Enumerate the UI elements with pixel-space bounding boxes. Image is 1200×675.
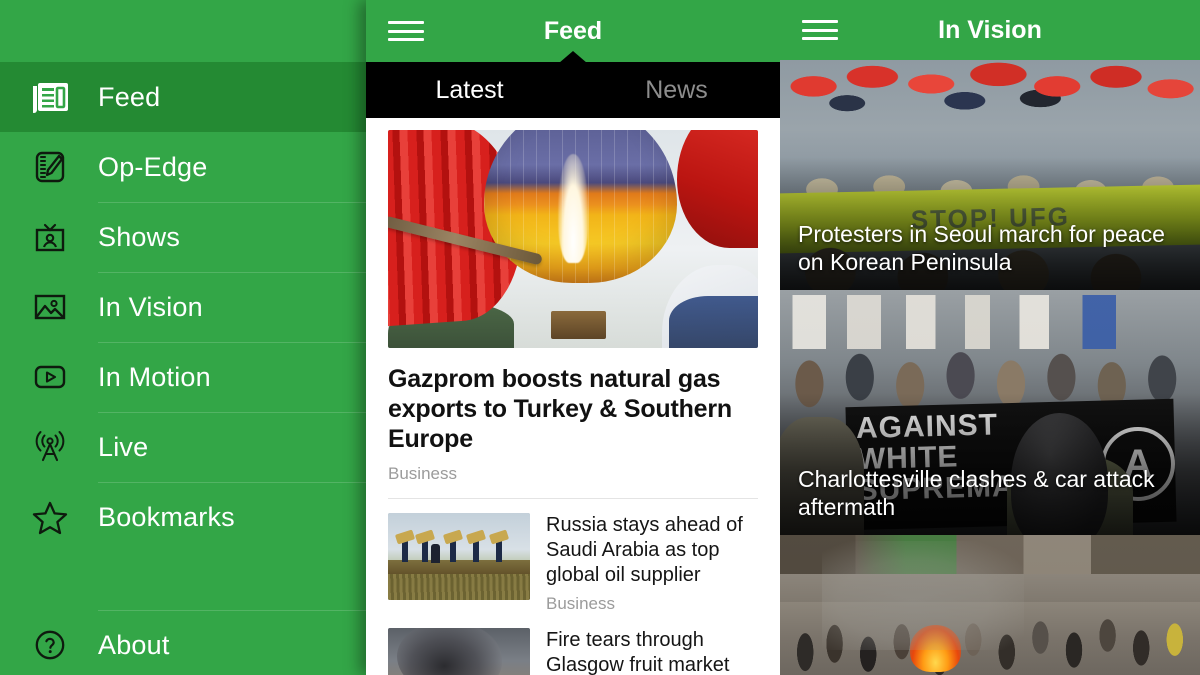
divider — [98, 62, 366, 63]
broadcast-tower-icon — [28, 425, 72, 469]
feed-tabbar: Latest News — [366, 51, 780, 118]
sidebar-item-label: Shows — [98, 221, 181, 252]
sidebar-top-spacer — [0, 0, 366, 62]
divider — [98, 482, 366, 483]
sidebar-item-bookmarks[interactable]: Bookmarks — [0, 482, 366, 552]
star-icon — [28, 495, 72, 539]
divider — [98, 412, 366, 413]
list-item-category: Business — [546, 594, 615, 613]
in-vision-header: In Vision — [780, 0, 1200, 60]
sidebar-item-live[interactable]: Live — [0, 412, 366, 482]
vision-card-title: Protesters in Seoul march for peace on K… — [798, 221, 1165, 275]
feed-title: Feed — [543, 16, 603, 45]
tab-latest[interactable]: Latest — [366, 77, 573, 103]
list-item[interactable]: Russia stays ahead of Saudi Arabia as to… — [366, 499, 780, 614]
play-box-icon — [28, 355, 72, 399]
question-circle-icon — [28, 623, 72, 667]
list-item[interactable]: Fire tears through Glasgow fruit market … — [366, 614, 780, 675]
sidebar-item-label: In Motion — [98, 361, 211, 392]
vision-card-title: Charlottesville clashes & car attack aft… — [798, 466, 1155, 520]
list-item-text: Russia stays ahead of Saudi Arabia as to… — [530, 513, 758, 614]
divider — [98, 342, 366, 343]
divider — [98, 272, 366, 273]
list-item-title: Russia stays ahead of Saudi Arabia as to… — [546, 514, 743, 586]
featured-article[interactable] — [366, 118, 780, 348]
sidebar-item-label: Feed — [98, 81, 161, 112]
sidebar-item-shows[interactable]: Shows — [0, 202, 366, 272]
app-root: Feed Op-Edge Shows In Vision In Motion L… — [0, 0, 1200, 675]
sidebar-item-label: Live — [98, 431, 149, 462]
sidebar-item-about[interactable]: About — [0, 610, 366, 675]
oil-pumpjacks-photo — [388, 513, 530, 600]
photo-icon — [28, 285, 72, 329]
featured-article-title: Gazprom boosts natural gas exports to Tu… — [388, 365, 732, 453]
tabbar-notch — [559, 51, 587, 63]
in-vision-title: In Vision — [938, 15, 1042, 44]
street-protest-fire-photo — [780, 535, 1200, 675]
sidebar-item-in-motion[interactable]: In Motion — [0, 342, 366, 412]
divider — [98, 202, 366, 203]
notepad-pen-icon — [28, 145, 72, 189]
hamburger-icon[interactable] — [802, 18, 838, 42]
sidebar-item-feed[interactable]: Feed — [0, 62, 366, 132]
feed-list[interactable]: Gazprom boosts natural gas exports to Tu… — [366, 118, 780, 675]
list-item-title: Fire tears through Glasgow fruit market … — [546, 629, 730, 675]
market-fire-photo — [388, 628, 530, 675]
newspaper-icon — [28, 75, 72, 119]
feed-panel: Feed Latest News Gazprom boosts natural … — [366, 0, 780, 675]
sidebar-item-label: Bookmarks — [98, 501, 235, 532]
vision-card[interactable]: AGAINSTWHITESUPREMA Charlottesville clas… — [780, 290, 1200, 535]
list-item-text: Fire tears through Glasgow fruit market … — [530, 628, 758, 675]
sidebar-item-label: About — [98, 629, 170, 660]
in-vision-panel: In Vision STOP! UFG Protesters in Seoul … — [780, 0, 1200, 675]
vision-card[interactable]: STOP! UFG Protesters in Seoul march for … — [780, 60, 1200, 290]
hot-air-balloon-photo — [388, 130, 758, 348]
tv-person-icon — [28, 215, 72, 259]
hamburger-icon[interactable] — [388, 19, 424, 43]
sidebar-item-op-edge[interactable]: Op-Edge — [0, 132, 366, 202]
sidebar-item-in-vision[interactable]: In Vision — [0, 272, 366, 342]
divider — [98, 132, 366, 133]
tab-news[interactable]: News — [573, 77, 780, 103]
featured-article-category: Business — [388, 464, 457, 483]
sidebar-drawer: Feed Op-Edge Shows In Vision In Motion L… — [0, 0, 366, 675]
sidebar-item-label: In Vision — [98, 291, 203, 322]
vision-card[interactable] — [780, 535, 1200, 675]
sidebar-item-label: Op-Edge — [98, 151, 208, 182]
divider — [98, 610, 366, 611]
